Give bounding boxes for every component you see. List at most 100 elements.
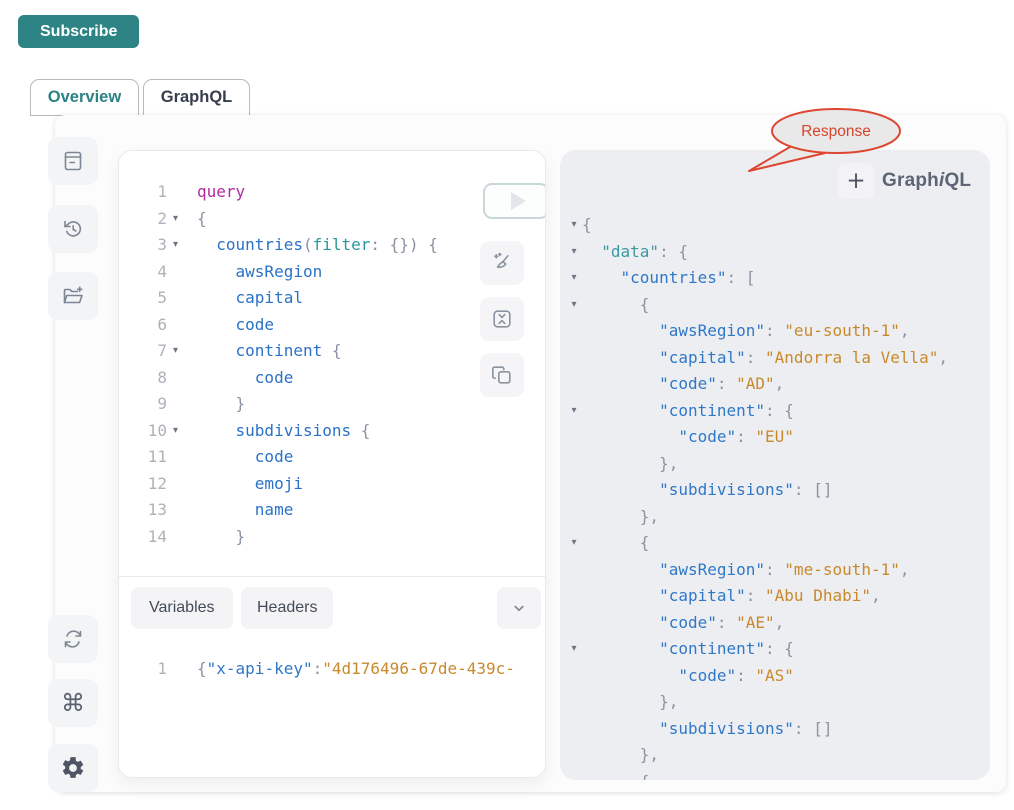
fold-toggle-icon[interactable]: ▾	[167, 206, 184, 233]
query-line[interactable]: 14 }	[119, 524, 545, 551]
fold-toggle-icon[interactable]: ▾	[560, 292, 582, 319]
copy-query-button[interactable]	[480, 353, 524, 397]
headers-tab[interactable]: Headers	[241, 587, 333, 629]
refresh-icon	[61, 627, 85, 651]
prettify-button[interactable]	[480, 241, 524, 285]
prettify-icon	[490, 251, 514, 275]
fold-toggle-icon[interactable]: ▾	[167, 418, 184, 445]
fold-spacer	[560, 424, 582, 451]
tab-overview[interactable]: Overview	[30, 79, 139, 116]
collections-button[interactable]	[48, 272, 98, 320]
code-text: },	[582, 742, 659, 769]
copy-icon	[490, 363, 514, 387]
code-text: "capital": "Abu Dhabi",	[582, 583, 881, 610]
fold-spacer	[167, 285, 184, 312]
response-line: "code": "EU"	[560, 424, 990, 451]
code-text: "continent": {	[582, 636, 794, 663]
fold-toggle-icon[interactable]: ▾	[560, 265, 582, 292]
headers-line[interactable]: 1{"x-api-key":"4d176496-67de-439c-	[119, 656, 545, 683]
fold-spacer	[560, 663, 582, 690]
response-line: ▾ "countries": [	[560, 265, 990, 292]
code-text: emoji	[184, 471, 303, 498]
merge-icon	[490, 307, 514, 331]
code-text: capital	[184, 285, 303, 312]
history-button[interactable]	[48, 205, 98, 253]
response-panel: + GraphiQL ▾{▾ "data": {▾ "countries": […	[560, 150, 990, 780]
refetch-schema-button[interactable]	[48, 615, 98, 663]
docs-button[interactable]	[48, 137, 98, 185]
response-line: "code": "AS"	[560, 663, 990, 690]
keyboard-shortcuts-button[interactable]: ⌘	[48, 679, 98, 727]
code-text: {"x-api-key":"4d176496-67de-439c-	[184, 656, 515, 683]
headers-editor[interactable]: 1{"x-api-key":"4d176496-67de-439c-	[119, 656, 545, 683]
line-number: 14	[119, 524, 167, 551]
fold-spacer	[167, 524, 184, 551]
response-line: ▾ "data": {	[560, 239, 990, 266]
query-line[interactable]: 2▾{	[119, 206, 545, 233]
code-text: }	[184, 391, 245, 418]
code-text: "subdivisions": []	[582, 716, 832, 743]
command-icon: ⌘	[61, 689, 85, 717]
fold-spacer	[560, 477, 582, 504]
fold-toggle-icon[interactable]: ▾	[560, 212, 582, 239]
query-line[interactable]: 1 query	[119, 179, 545, 206]
response-line: "capital": "Andorra la Vella",	[560, 345, 990, 372]
line-number: 2	[119, 206, 167, 233]
docs-icon	[61, 149, 85, 173]
code-text: "code": "AD",	[582, 371, 784, 398]
line-number: 5	[119, 285, 167, 312]
fold-spacer	[167, 312, 184, 339]
variables-tab[interactable]: Variables	[131, 587, 233, 629]
settings-button[interactable]	[48, 744, 98, 792]
line-number: 9	[119, 391, 167, 418]
fold-spacer	[560, 742, 582, 769]
execute-button[interactable]	[483, 183, 546, 219]
fold-spacer	[167, 497, 184, 524]
play-icon	[511, 192, 526, 210]
subscribe-button[interactable]: Subscribe	[18, 15, 139, 48]
fold-toggle-icon[interactable]: ▾	[560, 398, 582, 425]
response-line: "capital": "Abu Dhabi",	[560, 583, 990, 610]
code-text: "awsRegion": "me-south-1",	[582, 557, 910, 584]
query-line[interactable]: 9 }	[119, 391, 545, 418]
fold-toggle-icon[interactable]: ▾	[167, 232, 184, 259]
response-line: "awsRegion": "eu-south-1",	[560, 318, 990, 345]
line-number: 1	[119, 179, 167, 206]
line-number: 12	[119, 471, 167, 498]
code-text: query	[184, 179, 245, 206]
code-text: {	[184, 206, 207, 233]
line-number: 6	[119, 312, 167, 339]
code-text: code	[184, 444, 293, 471]
query-line[interactable]: 13 name	[119, 497, 545, 524]
line-number: 8	[119, 365, 167, 392]
fold-spacer	[560, 504, 582, 531]
code-text: name	[184, 497, 293, 524]
collapse-editor-tools-button[interactable]	[497, 587, 541, 629]
query-line[interactable]: 11 code	[119, 444, 545, 471]
tab-graphql[interactable]: GraphQL	[143, 79, 250, 116]
fold-spacer	[560, 716, 582, 743]
fold-toggle-icon[interactable]: ▾	[560, 239, 582, 266]
query-line[interactable]: 10▾ subdivisions {	[119, 418, 545, 445]
fold-spacer	[167, 656, 184, 683]
fold-spacer	[167, 179, 184, 206]
fold-spacer	[560, 583, 582, 610]
fold-spacer	[560, 318, 582, 345]
merge-fragments-button[interactable]	[480, 297, 524, 341]
fold-spacer	[167, 471, 184, 498]
fold-toggle-icon[interactable]: ▾	[167, 338, 184, 365]
query-line[interactable]: 12 emoji	[119, 471, 545, 498]
code-text: }	[184, 524, 245, 551]
response-line: "subdivisions": []	[560, 716, 990, 743]
editor-divider	[119, 576, 545, 577]
code-text: "data": {	[582, 239, 688, 266]
code-text: "code": "AE",	[582, 610, 784, 637]
code-text: },	[582, 451, 678, 478]
settings-gear-icon	[60, 755, 86, 781]
code-text: {	[582, 212, 592, 239]
code-text: "subdivisions": []	[582, 477, 832, 504]
code-text: subdivisions {	[184, 418, 370, 445]
fold-toggle-icon[interactable]: ▾	[560, 530, 582, 557]
fold-toggle-icon[interactable]: ▾	[560, 636, 582, 663]
code-text: continent {	[184, 338, 342, 365]
